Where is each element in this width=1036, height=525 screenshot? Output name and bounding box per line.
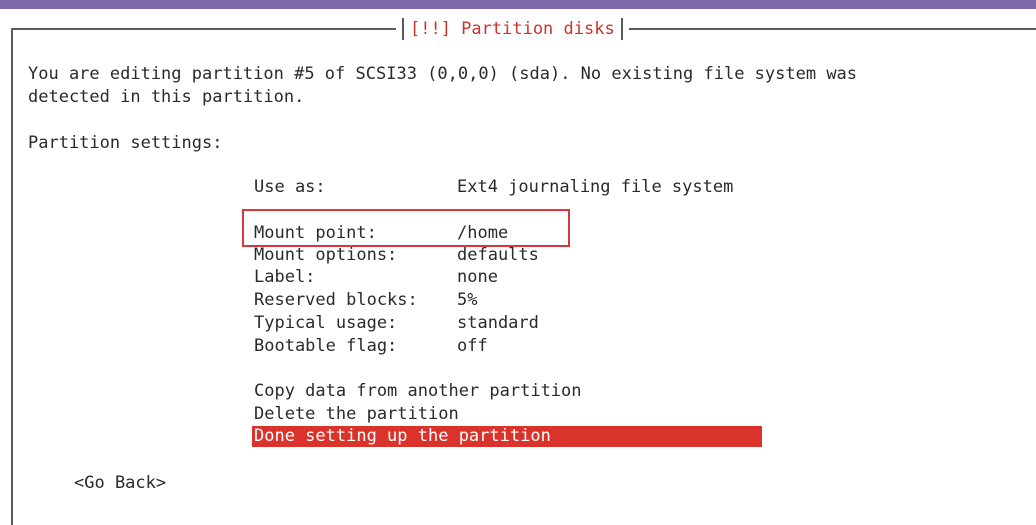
setting-mount-options[interactable]: Mount options: defaults	[254, 244, 539, 266]
setting-mount-point[interactable]: Mount point: /home	[254, 222, 508, 244]
intro-line-1: You are editing partition #5 of SCSI33 (…	[28, 64, 858, 84]
dialog-title: [!!] Partition disks	[410, 19, 615, 39]
setting-key: Reserved blocks:	[254, 290, 418, 310]
copy-data-option[interactable]: Copy data from another partition	[254, 380, 582, 402]
title-left-bar	[402, 18, 404, 40]
setting-typical-usage[interactable]: Typical usage: standard	[254, 312, 539, 334]
setting-value: defaults	[457, 245, 539, 265]
go-back-button[interactable]: <Go Back>	[74, 472, 166, 494]
setting-key: Bootable flag:	[254, 336, 398, 356]
setting-value: standard	[457, 313, 539, 333]
setting-bootable-flag[interactable]: Bootable flag: off	[254, 335, 488, 357]
setting-value: /home	[457, 223, 509, 243]
done-setting-up-option[interactable]: Done setting up the partition	[252, 426, 762, 447]
setting-value: none	[457, 267, 498, 287]
delete-partition-option[interactable]: Delete the partition	[254, 403, 459, 425]
setting-reserved-blocks[interactable]: Reserved blocks: 5%	[254, 289, 477, 311]
setting-value: off	[457, 336, 488, 356]
setting-key: Label:	[254, 267, 316, 287]
setting-key: Mount options:	[254, 245, 398, 265]
dialog-title-bar: [!!] Partition disks	[396, 16, 629, 42]
settings-heading: Partition settings:	[28, 133, 223, 153]
setting-key: Typical usage:	[254, 313, 398, 333]
intro-line-2: detected in this partition.	[28, 87, 305, 107]
setting-key: Mount point:	[254, 223, 377, 243]
title-right-bar	[620, 18, 623, 40]
setting-value: Ext4 journaling file system	[457, 177, 734, 197]
window-top-band	[0, 0, 1036, 9]
setting-value: 5%	[457, 290, 478, 310]
setting-label[interactable]: Label: none	[254, 266, 498, 288]
setting-use-as[interactable]: Use as: Ext4 journaling file system	[254, 176, 733, 198]
setting-key: Use as:	[254, 177, 326, 197]
